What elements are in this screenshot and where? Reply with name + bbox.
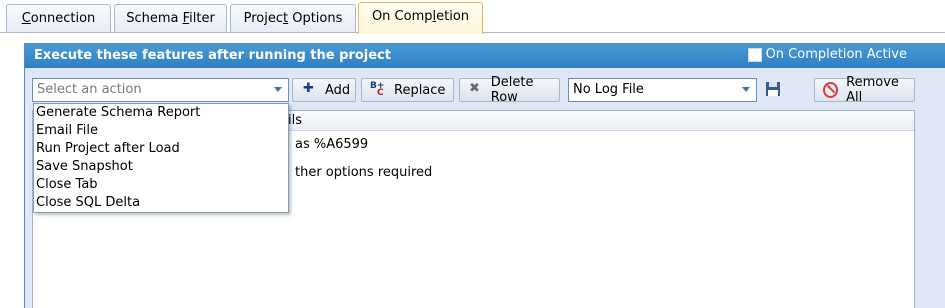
chevron-down-icon [742,87,750,92]
grid-cell-text: as %A6599 [295,137,369,152]
action-select-placeholder: Select an action [37,82,142,97]
log-file-select[interactable]: No Log File [568,78,757,102]
tab-label: Connection [21,11,96,26]
delete-row-button[interactable]: Delete Row [459,75,560,105]
remove-all-button-label: Remove All [846,75,899,105]
grid-column-header: ils [288,113,302,128]
replace-button-label: Replace [394,82,446,98]
action-option[interactable]: Close Tab [34,176,288,194]
save-log-button[interactable] [765,81,783,99]
grid-cell-text: ther options required [295,165,433,180]
panel-title: Execute these features after running the… [34,48,391,63]
log-file-value: No Log File [573,82,644,97]
tab-project-options[interactable]: Project Options [230,4,356,33]
action-option[interactable]: Run Project after Load [34,140,288,158]
on-completion-active-toggle[interactable]: On Completion Active [747,47,907,62]
action-option[interactable]: Close SQL Delta [34,194,288,212]
remove-all-button[interactable]: Remove All [814,75,915,105]
panel-header: Execute these features after running the… [25,44,945,68]
tab-label: Schema Filter [126,11,215,26]
on-completion-active-checkbox[interactable] [747,47,762,62]
tab-on-completion[interactable]: On Completion [358,2,483,34]
action-option[interactable]: Save Snapshot [34,158,288,176]
tab-strip: Connection Schema Filter Project Options… [0,0,945,34]
chevron-down-icon [274,87,282,92]
action-select[interactable]: Select an action [32,78,289,102]
tab-label: Project Options [243,11,343,26]
delete-row-button-label: Delete Row [490,75,534,105]
on-completion-window: Connection Schema Filter Project Options… [0,0,945,308]
tab-connection[interactable]: Connection [6,4,111,33]
on-completion-active-label: On Completion Active [765,47,907,62]
action-option[interactable]: Generate Schema Report [34,104,288,122]
plus-icon [301,81,317,98]
floppy-disk-icon [766,82,780,96]
action-options-list: Generate Schema Report Email File Run Pr… [33,103,289,213]
add-button[interactable]: Add [292,78,356,102]
delete-icon [468,81,483,98]
add-button-label: Add [325,82,351,98]
replace-icon: B+ C [370,81,385,98]
tab-label: On Completion [371,9,470,24]
remove-icon [823,82,839,98]
action-option[interactable]: Email File [34,122,288,140]
replace-button[interactable]: B+ C Replace [361,78,454,102]
tab-schema-filter[interactable]: Schema Filter [114,4,227,33]
